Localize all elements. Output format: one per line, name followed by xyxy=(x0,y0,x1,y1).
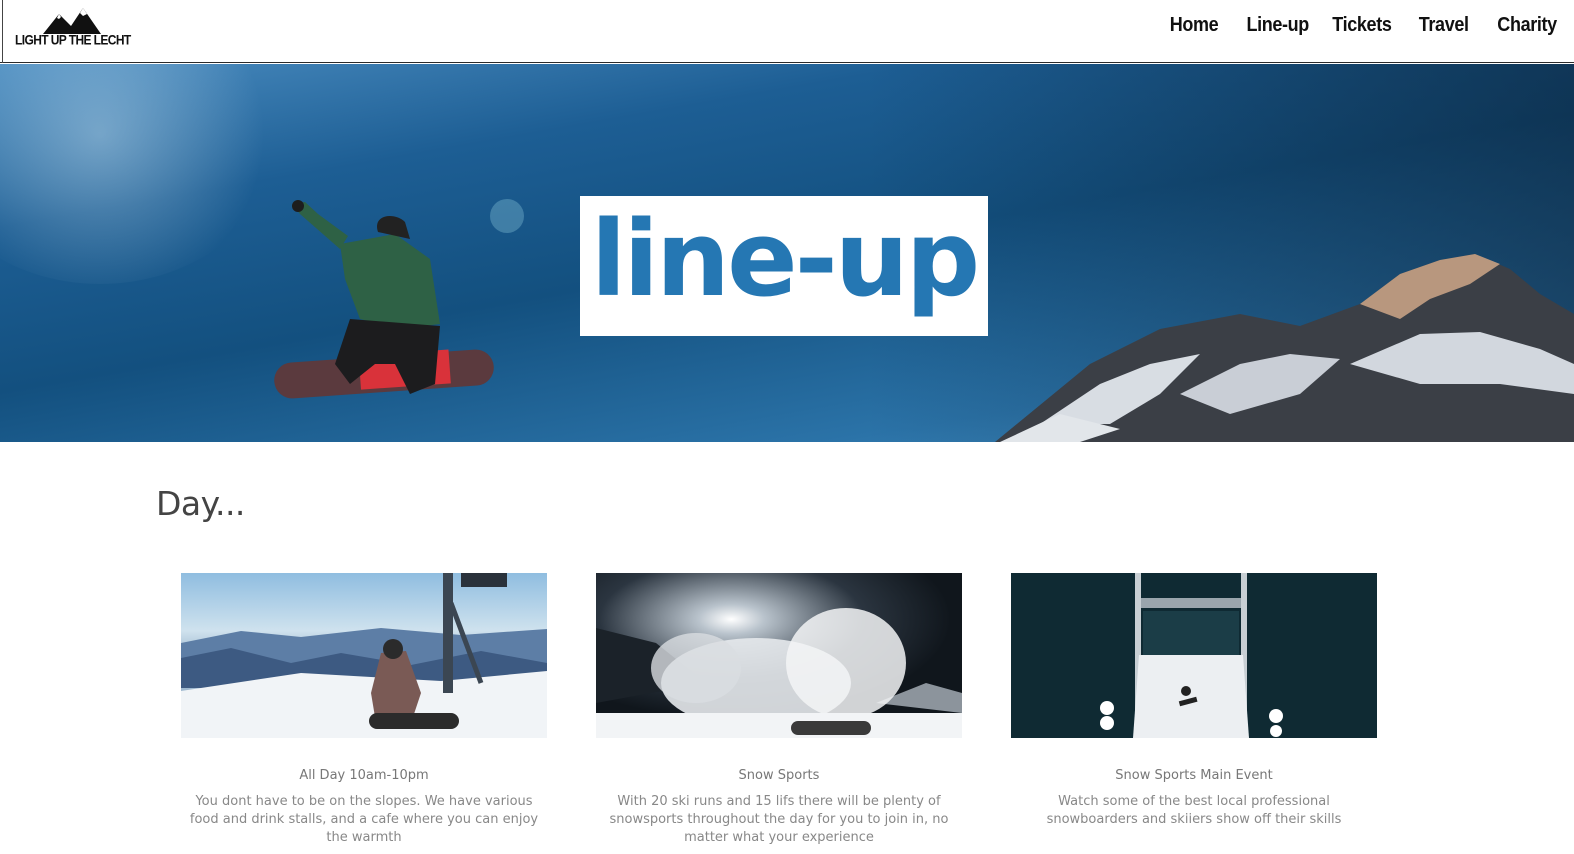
nav-travel[interactable]: Travel xyxy=(1419,14,1469,37)
nav-line-up[interactable]: Line-up xyxy=(1247,14,1310,37)
site-logo[interactable]: LIGHT UP THE LECHT xyxy=(2,0,131,63)
page-title-box: line-up xyxy=(580,196,988,336)
nav-tickets[interactable]: Tickets xyxy=(1332,14,1392,37)
site-header: LIGHT UP THE LECHT Home Line-up Tickets … xyxy=(0,0,1574,63)
mountain-logo-icon xyxy=(43,8,101,34)
nav-home[interactable]: Home xyxy=(1170,14,1219,37)
snowboarder-figure xyxy=(274,200,494,399)
card-description: Watch some of the best local professiona… xyxy=(1046,794,1342,827)
main-nav: Home Line-up Tickets Travel Charity xyxy=(1167,14,1560,37)
card-image-main-event[interactable] xyxy=(1011,573,1377,738)
page-title: line-up xyxy=(590,198,981,320)
nav-charity[interactable]: Charity xyxy=(1497,14,1557,37)
card-title: All Day 10am-10pm xyxy=(299,768,429,783)
logo-text: LIGHT UP THE LECHT xyxy=(15,31,131,49)
card-image-snow-spray[interactable] xyxy=(596,573,962,738)
card-description: With 20 ski runs and 15 lifs there will … xyxy=(609,794,949,845)
card-description: You dont have to be on the slopes. We ha… xyxy=(189,794,539,845)
hero-banner: line-up xyxy=(0,64,1574,442)
event-card: Snow Sports With 20 ski runs and 15 lifs… xyxy=(596,573,962,847)
event-card: All Day 10am-10pm You dont have to be on… xyxy=(181,573,547,847)
card-title: Snow Sports Main Event xyxy=(1115,768,1273,783)
event-card: Snow Sports Main Event Watch some of the… xyxy=(1011,573,1377,829)
section-heading: Day... xyxy=(156,484,245,523)
card-title: Snow Sports xyxy=(738,768,820,783)
card-image-slopes[interactable] xyxy=(181,573,547,738)
